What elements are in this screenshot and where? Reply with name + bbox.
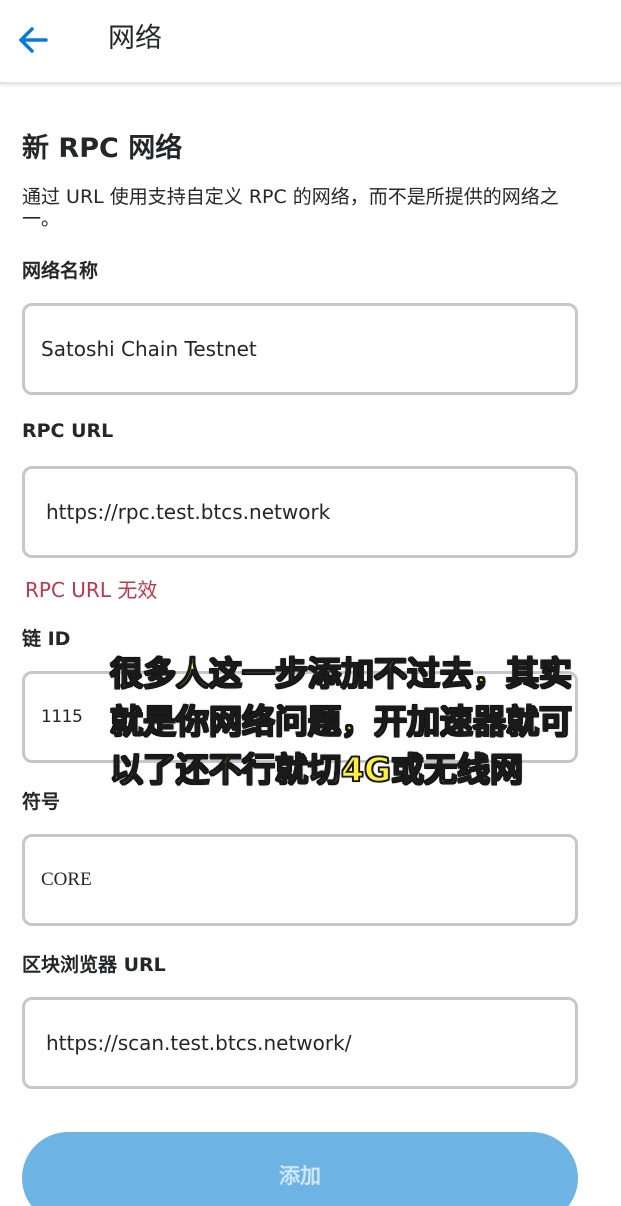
section-description: 通过 URL 使用支持自定义 RPC 的网络，而不是所提供的网络之一。 — [22, 186, 559, 230]
chain-id-label: 链 ID — [22, 628, 71, 650]
overlay-caption: 很多人这一步添加不过去，其实就是你网络问题，开加速器就可以了还不行就切4G或无线… — [109, 653, 573, 790]
rpc-url-error: RPC URL 无效 — [25, 578, 158, 602]
section-title: 新 RPC 网络 — [22, 133, 183, 164]
back-button[interactable] — [14, 20, 54, 60]
network-name-input[interactable] — [25, 306, 575, 392]
add-button[interactable]: 添加 — [22, 1132, 578, 1206]
explorer-url-label: 区块浏览器 URL — [22, 954, 166, 976]
top-app-bar: 网络 — [0, 0, 621, 84]
symbol-input[interactable] — [25, 837, 575, 923]
header-title: 网络 — [108, 23, 162, 54]
rpc-url-field[interactable] — [22, 466, 578, 558]
rpc-url-label: RPC URL — [22, 420, 114, 442]
arrow-left-icon — [19, 27, 48, 53]
explorer-url-input[interactable] — [25, 1000, 575, 1086]
symbol-field[interactable] — [22, 834, 578, 926]
symbol-label: 符号 — [22, 791, 61, 813]
network-name-label: 网络名称 — [22, 260, 99, 282]
explorer-url-field[interactable] — [22, 997, 578, 1089]
rpc-url-input[interactable] — [25, 469, 575, 555]
network-name-field[interactable] — [22, 303, 578, 395]
